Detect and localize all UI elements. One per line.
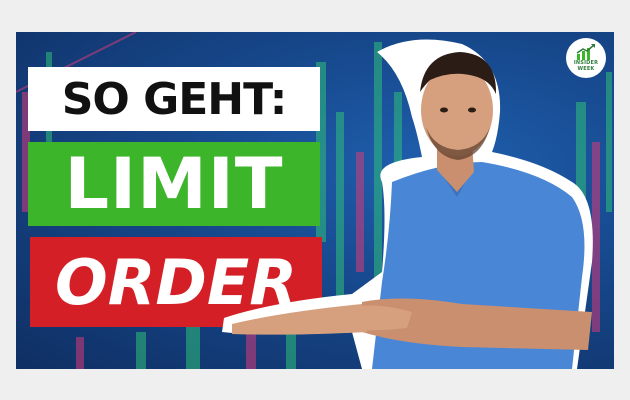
logo-text-line-2: WEEK: [577, 66, 595, 72]
presenter-image: [222, 39, 593, 369]
chart-growth-icon: [576, 44, 595, 60]
insider-week-logo: INSIDER WEEK: [566, 38, 606, 78]
video-thumbnail[interactable]: SO GEHT: LIMIT ORDER INSIDER WEEK: [16, 32, 614, 369]
